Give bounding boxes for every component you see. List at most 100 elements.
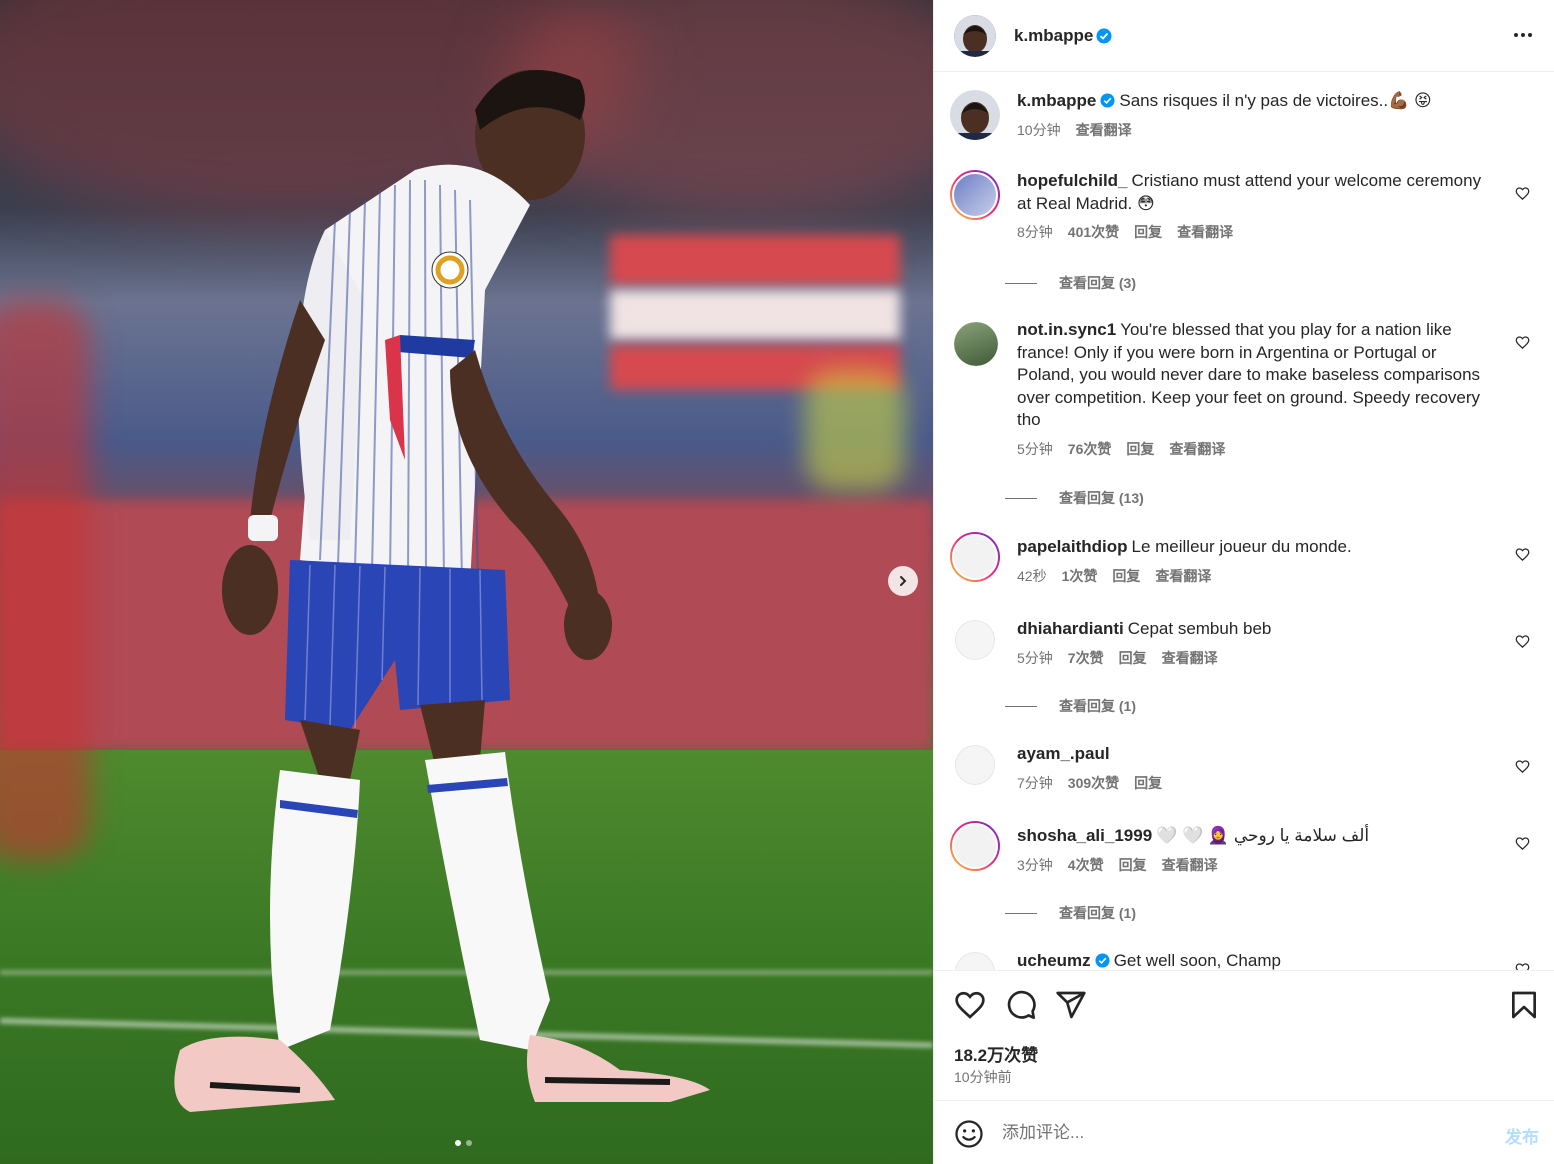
view-replies-label: 查看回复 (1) — [1059, 905, 1136, 921]
heart-icon[interactable] — [1515, 186, 1530, 201]
replies-line — [1005, 912, 1037, 914]
comment-composer: 发布 — [934, 1100, 1554, 1164]
see-translation-link[interactable]: 查看翻译 — [1076, 119, 1132, 142]
view-replies-button[interactable]: 查看回复 (1) — [1005, 696, 1136, 716]
comment-username[interactable]: ayam_.paul — [1017, 744, 1110, 763]
commenter-avatar[interactable] — [955, 952, 995, 970]
commenter-avatar[interactable] — [950, 821, 1000, 871]
save-button[interactable] — [1508, 989, 1540, 1026]
like-button[interactable] — [954, 989, 986, 1026]
comment-button[interactable] — [1005, 989, 1037, 1026]
comment-username[interactable]: dhiahardianti — [1017, 619, 1124, 638]
verified-badge-icon — [1100, 93, 1115, 108]
reply-link[interactable]: 回复 — [1112, 565, 1140, 588]
replies-line — [1005, 282, 1037, 284]
likes-count[interactable]: 18.2万次赞 — [954, 1041, 1038, 1066]
view-replies-label: 查看回复 (1) — [1059, 698, 1136, 714]
post-actions: 18.2万次赞 10分钟前 — [934, 970, 1554, 1100]
smiley-icon — [955, 1120, 983, 1148]
reply-link[interactable]: 回复 — [1134, 221, 1162, 244]
see-translation-link[interactable]: 查看翻译 — [1162, 647, 1218, 670]
commenter-avatar[interactable] — [955, 620, 995, 660]
reply-link[interactable]: 回复 — [1119, 647, 1147, 670]
share-button[interactable] — [1055, 989, 1087, 1026]
post-header: k.mbappe — [934, 0, 1554, 72]
comment-likes[interactable]: 309次赞 — [1068, 772, 1119, 795]
caption-username[interactable]: k.mbappe — [1017, 91, 1096, 110]
commenter-avatar[interactable] — [954, 322, 998, 366]
comment-meta: 3分钟 4次赞 回复 查看翻译 — [1017, 854, 1497, 877]
comment-username[interactable]: shosha_ali_1999 — [1017, 826, 1152, 845]
caption-time: 10分钟 — [1017, 121, 1061, 138]
comments-list[interactable]: k.mbappe Sans risques il n'y pas de victo… — [934, 72, 1554, 970]
commenter-avatar[interactable] — [955, 745, 995, 785]
comment-time: 5分钟 — [1017, 649, 1053, 666]
comment-time: 7分钟 — [1017, 774, 1053, 791]
comment-likes[interactable]: 7次赞 — [1068, 647, 1104, 670]
comment-username[interactable]: hopefulchild_ — [1017, 171, 1128, 190]
commenter-avatar[interactable] — [950, 170, 1000, 220]
emoji-button[interactable] — [954, 1119, 984, 1154]
comment-text: 🤍 🤍 🧕 ألف سلامة يا روحي — [1156, 826, 1370, 845]
paper-plane-icon — [1056, 991, 1086, 1019]
blurred-steward — [805, 370, 905, 490]
post-side-panel: k.mbappe k.mbappe Sans risques il n'y pas… — [933, 0, 1554, 1164]
carousel-indicator — [455, 1140, 472, 1146]
author-avatar[interactable] — [954, 14, 996, 57]
comment-text: Cepat sembuh beb — [1127, 619, 1272, 638]
verified-badge-icon — [1095, 953, 1110, 968]
comment-meta: 5分钟 76次赞 回复 查看翻译 — [1017, 438, 1497, 461]
heart-icon — [955, 991, 985, 1019]
commenter-avatar[interactable] — [950, 532, 1000, 582]
verified-badge-icon — [1096, 28, 1112, 43]
view-replies-button[interactable]: 查看回复 (3) — [1005, 273, 1136, 293]
see-translation-link[interactable]: 查看翻译 — [1177, 221, 1233, 244]
comment-time: 8分钟 — [1017, 224, 1053, 240]
caption-meta: 10分钟 查看翻译 — [1017, 119, 1497, 142]
post-timestamp: 10分钟前 — [954, 1069, 1012, 1085]
see-translation-link[interactable]: 查看翻译 — [1162, 854, 1218, 877]
replies-line — [1005, 497, 1037, 499]
player-figure — [174, 70, 710, 1112]
reply-link[interactable]: 回复 — [1119, 854, 1147, 877]
heart-icon[interactable] — [1515, 962, 1530, 970]
heart-icon[interactable] — [1515, 634, 1530, 649]
comment-time: 42秒 — [1017, 567, 1047, 584]
post-comment-button[interactable]: 发布 — [1505, 1123, 1539, 1148]
comment-likes[interactable]: 1次赞 — [1062, 565, 1098, 588]
caption-text: Sans risques il n'y pas de victoires..💪🏾… — [1119, 91, 1432, 110]
comment-likes[interactable]: 76次赞 — [1068, 438, 1112, 461]
reply-link[interactable]: 回复 — [1134, 772, 1162, 795]
comment-likes[interactable]: 4次赞 — [1068, 854, 1104, 877]
view-replies-button[interactable]: 查看回复 (13) — [1005, 488, 1144, 508]
comment-likes[interactable]: 401次赞 — [1068, 221, 1119, 244]
heart-icon[interactable] — [1515, 759, 1530, 774]
comment-meta: 8分钟 401次赞 回复 查看翻译 — [1017, 221, 1497, 244]
view-replies-button[interactable]: 查看回复 (1) — [1005, 903, 1136, 923]
view-replies-label: 查看回复 (3) — [1059, 275, 1136, 291]
comment-meta: 7分钟 309次赞 回复 — [1017, 772, 1497, 795]
comment-text: Le meilleur joueur du monde. — [1131, 537, 1352, 556]
carousel-dot — [455, 1140, 461, 1146]
chevron-right-icon — [900, 576, 907, 586]
comment-username[interactable]: ucheumz — [1017, 951, 1091, 970]
carousel-next-button[interactable] — [888, 566, 918, 596]
author-avatar[interactable] — [950, 90, 1000, 140]
post-image[interactable] — [0, 0, 933, 1164]
more-horizontal-icon — [1514, 33, 1532, 37]
comment-meta: 5分钟 7次赞 回复 查看翻译 — [1017, 647, 1497, 670]
blurred-player-left — [0, 300, 90, 860]
see-translation-link[interactable]: 查看翻译 — [1155, 565, 1211, 588]
see-translation-link[interactable]: 查看翻译 — [1169, 438, 1225, 461]
reply-link[interactable]: 回复 — [1126, 438, 1154, 461]
author-username[interactable]: k.mbappe — [1014, 26, 1093, 46]
comment-username[interactable]: papelaithdiop — [1017, 537, 1128, 556]
comment-input[interactable] — [1002, 1119, 1472, 1147]
heart-icon[interactable] — [1515, 547, 1530, 562]
comment-username[interactable]: not.in.sync1 — [1017, 320, 1116, 339]
more-options-button[interactable] — [1512, 24, 1534, 51]
comment-meta: 42秒 1次赞 回复 查看翻译 — [1017, 565, 1497, 588]
comment-time: 5分钟 — [1017, 440, 1053, 457]
heart-icon[interactable] — [1515, 335, 1530, 350]
heart-icon[interactable] — [1515, 836, 1530, 851]
